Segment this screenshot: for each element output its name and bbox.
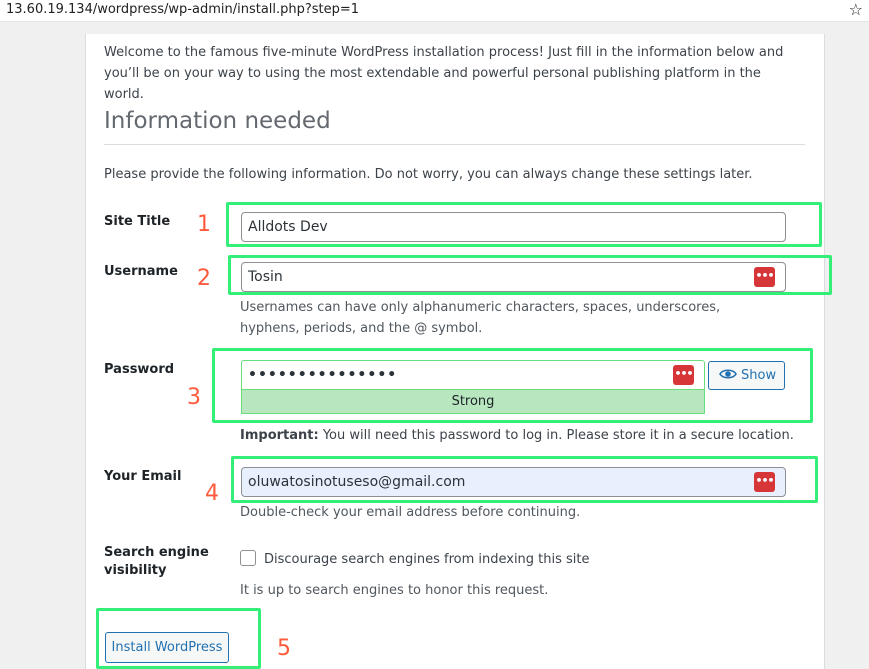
heading-divider [104,144,805,145]
star-icon[interactable]: ☆ [849,0,863,19]
page-heading: Information needed [104,108,331,134]
search-engine-label: Search engine visibility [104,544,209,580]
search-engine-help: It is up to search engines to honor this… [240,583,549,598]
annotation-number-2: 2 [197,266,211,291]
annotation-number-1: 1 [197,212,211,237]
annotation-box-5 [96,608,261,669]
email-label: Your Email [104,469,182,484]
important-label: Important: [240,428,319,443]
annotation-box-3 [212,348,813,423]
provide-text: Please provide the following information… [104,167,753,182]
annotation-box-2 [228,255,832,295]
search-engine-label-line1: Search engine [104,545,209,560]
important-text: You will need this password to log in. P… [318,428,794,443]
password-important-note: Important: You will need this password t… [240,425,794,446]
username-label: Username [104,264,178,279]
annotation-box-1 [226,202,822,247]
email-help: Double-check your email address before c… [240,505,581,520]
site-title-label: Site Title [104,214,171,229]
annotation-box-4 [231,456,818,503]
intro-text: Welcome to the famous five-minute WordPr… [104,45,784,102]
discourage-search-checkbox[interactable] [240,550,256,566]
annotation-number-4: 4 [205,481,219,506]
browser-address-bar[interactable]: 13.60.19.134/wordpress/wp-admin/install.… [0,0,869,22]
search-engine-label-line2: visibility [104,563,167,578]
annotation-number-3: 3 [187,385,201,410]
url-text[interactable]: 13.60.19.134/wordpress/wp-admin/install.… [6,2,359,17]
username-help: Usernames can have only alphanumeric cha… [240,300,721,336]
annotation-number-5: 5 [277,636,291,661]
discourage-search-label[interactable]: Discourage search engines from indexing … [264,549,590,570]
password-label: Password [104,362,175,377]
